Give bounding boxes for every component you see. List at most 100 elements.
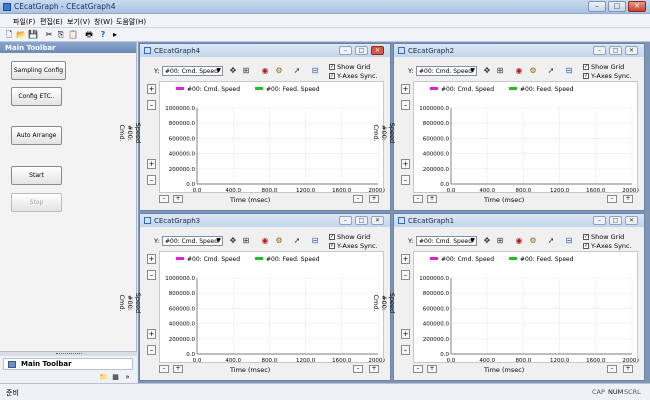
- graph-close-button[interactable]: ✕: [625, 216, 638, 225]
- zoom-fit-icon[interactable]: ⊞: [241, 236, 251, 246]
- stop-button[interactable]: Stop: [11, 193, 62, 212]
- graph-maximize-button[interactable]: □: [355, 46, 368, 55]
- plot-area[interactable]: #00: Cmd. Speed #00: Feed. Speed 1000000.0…: [413, 251, 639, 364]
- x-zoom-out-button[interactable]: –: [413, 195, 423, 203]
- x-scroll-right-button[interactable]: +: [369, 365, 379, 373]
- copy-icon[interactable]: ⎘: [56, 30, 66, 40]
- move-icon[interactable]: ✥: [482, 236, 492, 246]
- y-offset-down-button[interactable]: –: [147, 175, 156, 185]
- y-zoom-out-button[interactable]: –: [401, 100, 410, 110]
- y-offset-up-button[interactable]: +: [147, 329, 156, 339]
- x-scroll-left-button[interactable]: –: [353, 195, 363, 203]
- auto-arrange-button[interactable]: Auto Arrange: [11, 126, 62, 145]
- cursor-settings-icon[interactable]: ⚙: [274, 236, 284, 246]
- sampling-config-button[interactable]: Sampling Config: [11, 61, 66, 80]
- checkbox-box[interactable]: ✓: [583, 64, 589, 70]
- y-zoom-out-button[interactable]: –: [401, 270, 410, 280]
- y-offset-up-button[interactable]: +: [147, 159, 156, 169]
- menu-window[interactable]: 창(W): [94, 17, 113, 27]
- record-icon[interactable]: ◉: [514, 236, 524, 246]
- y-zoom-in-button[interactable]: +: [401, 254, 410, 264]
- start-button[interactable]: Start: [11, 166, 62, 185]
- maximize-button[interactable]: □: [608, 1, 626, 12]
- y-axes-sync-checkbox[interactable]: ✓ Y-Axes Sync.: [583, 242, 632, 250]
- x-zoom-in-button[interactable]: +: [173, 195, 183, 203]
- show-grid-checkbox[interactable]: ✓ Show Grid: [583, 63, 624, 71]
- graph-maximize-button[interactable]: □: [609, 216, 622, 225]
- grid-icon[interactable]: ▦: [111, 373, 120, 381]
- menu-file[interactable]: 파일(F): [13, 17, 35, 27]
- y-offset-down-button[interactable]: –: [401, 345, 410, 355]
- x-scroll-left-button[interactable]: –: [353, 365, 363, 373]
- x-scroll-right-button[interactable]: +: [623, 195, 633, 203]
- checkbox-box[interactable]: ✓: [583, 73, 589, 79]
- graph-close-button[interactable]: ✕: [625, 46, 638, 55]
- help-icon[interactable]: ?: [98, 30, 108, 40]
- print-icon[interactable]: 🖶: [84, 30, 94, 40]
- close-button[interactable]: ✕: [628, 1, 646, 12]
- plot-area[interactable]: #00: Cmd. Speed #00: Feed. Speed 1000000.0…: [159, 81, 385, 194]
- menu-view[interactable]: 보기(V): [67, 17, 90, 27]
- graph-window-titlebar[interactable]: CEcatGraph4 – □ ✕: [140, 44, 390, 57]
- cursor-settings-icon[interactable]: ⚙: [274, 66, 284, 76]
- y-zoom-out-button[interactable]: –: [147, 270, 156, 280]
- axis-config-icon[interactable]: ⊟: [310, 236, 320, 246]
- plot-area[interactable]: #00: Cmd. Speed #00: Feed. Speed 1000000.0…: [413, 81, 639, 194]
- plot-area[interactable]: #00: Cmd. Speed #00: Feed. Speed 1000000.0…: [159, 251, 385, 364]
- checkbox-box[interactable]: ✓: [329, 64, 335, 70]
- x-zoom-out-button[interactable]: –: [159, 365, 169, 373]
- x-scroll-left-button[interactable]: –: [607, 365, 617, 373]
- x-zoom-in-button[interactable]: +: [427, 365, 437, 373]
- folder-icon[interactable]: 📁: [99, 373, 108, 381]
- menu-help[interactable]: 도움말(H): [116, 17, 146, 27]
- record-icon[interactable]: ◉: [260, 66, 270, 76]
- pointer-icon[interactable]: ➚: [292, 236, 302, 246]
- y-offset-down-button[interactable]: –: [147, 345, 156, 355]
- y-axes-sync-checkbox[interactable]: ✓ Y-Axes Sync.: [329, 242, 378, 250]
- record-icon[interactable]: ◉: [514, 66, 524, 76]
- save-icon[interactable]: 💾: [28, 30, 38, 40]
- x-zoom-in-button[interactable]: +: [427, 195, 437, 203]
- y-axes-sync-checkbox[interactable]: ✓ Y-Axes Sync.: [583, 72, 632, 80]
- cut-icon[interactable]: ✂: [44, 30, 54, 40]
- checkbox-box[interactable]: ✓: [329, 243, 335, 249]
- x-zoom-out-button[interactable]: –: [159, 195, 169, 203]
- new-file-icon[interactable]: 🗋: [4, 30, 14, 40]
- checkbox-box[interactable]: ✓: [329, 234, 335, 240]
- checkbox-box[interactable]: ✓: [583, 234, 589, 240]
- axis-config-icon[interactable]: ⊟: [564, 236, 574, 246]
- y-offset-up-button[interactable]: +: [401, 159, 410, 169]
- x-scroll-right-button[interactable]: +: [369, 195, 379, 203]
- menu-edit[interactable]: 편집(E): [40, 17, 63, 27]
- graph-close-button[interactable]: ✕: [371, 216, 384, 225]
- x-scroll-left-button[interactable]: –: [607, 195, 617, 203]
- y-axis-select[interactable]: #00: Cmd. Speed ▼: [416, 66, 477, 76]
- graph-minimize-button[interactable]: –: [339, 216, 352, 225]
- splitter-grip[interactable]: [56, 353, 82, 355]
- graph-maximize-button[interactable]: □: [609, 46, 622, 55]
- cursor-settings-icon[interactable]: ⚙: [528, 236, 538, 246]
- show-grid-checkbox[interactable]: ✓ Show Grid: [329, 63, 370, 71]
- y-zoom-in-button[interactable]: +: [147, 84, 156, 94]
- y-offset-up-button[interactable]: +: [401, 329, 410, 339]
- show-grid-checkbox[interactable]: ✓ Show Grid: [329, 233, 370, 241]
- x-zoom-out-button[interactable]: –: [413, 365, 423, 373]
- more-icon[interactable]: ▸: [110, 30, 120, 40]
- minimize-button[interactable]: –: [588, 1, 606, 12]
- graph-minimize-button[interactable]: –: [593, 216, 606, 225]
- axis-config-icon[interactable]: ⊟: [310, 66, 320, 76]
- y-axis-select[interactable]: #00: Cmd. Speed ▼: [416, 236, 477, 246]
- y-zoom-in-button[interactable]: +: [401, 84, 410, 94]
- pointer-icon[interactable]: ➚: [546, 66, 556, 76]
- move-icon[interactable]: ✥: [228, 236, 238, 246]
- checkbox-box[interactable]: ✓: [583, 243, 589, 249]
- pointer-icon[interactable]: ➚: [546, 236, 556, 246]
- y-axis-select[interactable]: #00: Cmd. Speed ▼: [162, 236, 223, 246]
- y-axis-select[interactable]: #00: Cmd. Speed ▼: [162, 66, 223, 76]
- checkbox-box[interactable]: ✓: [329, 73, 335, 79]
- zoom-fit-icon[interactable]: ⊞: [241, 66, 251, 76]
- move-icon[interactable]: ✥: [228, 66, 238, 76]
- record-icon[interactable]: ◉: [260, 236, 270, 246]
- y-axes-sync-checkbox[interactable]: ✓ Y-Axes Sync.: [329, 72, 378, 80]
- chevron-icon[interactable]: »: [123, 373, 132, 381]
